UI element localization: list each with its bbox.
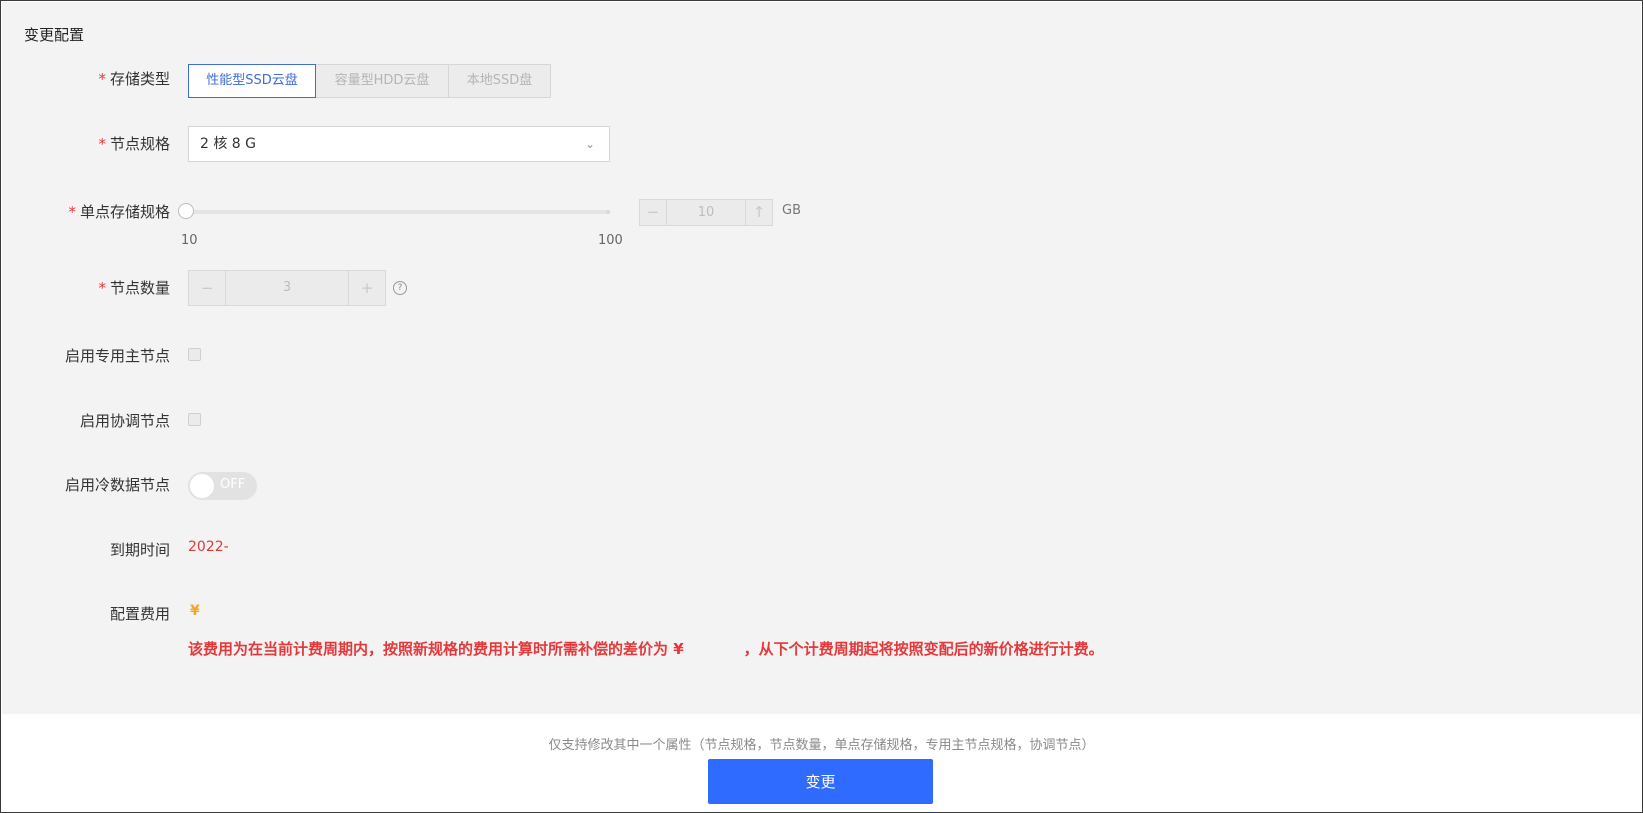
cold-data-label: 启用冷数据节点 (64, 476, 170, 494)
section-title: 变更配置 (24, 26, 85, 44)
storage-option-local-ssd[interactable]: 本地SSD盘 (448, 64, 551, 98)
node-count-value[interactable]: 3 (226, 271, 348, 305)
storage-type-label: * 存储类型 (98, 70, 170, 88)
form-panel: 变更配置 * 存储类型 性能型SSD云盘 容量型HDD云盘 本地SSD盘 * 节点规… (2, 2, 1641, 714)
dedicated-master-label: 启用专用主节点 (64, 347, 170, 365)
fee-notice: 该费用为在当前计费周期内，按照新规格的费用计算时所需补偿的差价为 ¥ ，从下个计费… (188, 640, 1104, 658)
slider-max-label: 100 (598, 233, 623, 248)
storage-value[interactable]: 10 (667, 200, 745, 225)
question-circle-icon[interactable]: ? (393, 281, 407, 295)
chevron-down-icon: ⌄ (584, 137, 595, 151)
storage-type-selector: 性能型SSD云盘 容量型HDD云盘 本地SSD盘 (188, 64, 551, 98)
storage-slider-track[interactable] (188, 210, 608, 214)
single-storage-label: * 单点存储规格 (68, 203, 170, 221)
expiry-label: 到期时间 (109, 541, 170, 559)
fee-value: ¥ (190, 603, 200, 619)
storage-slider-end-dot (606, 210, 610, 214)
toggle-state-text: OFF (220, 477, 246, 492)
slider-min-label: 10 (181, 233, 198, 248)
node-spec-select[interactable]: 2 核 8 G ⌄ (188, 126, 610, 162)
storage-unit: GB (782, 203, 801, 218)
dedicated-master-checkbox[interactable] (188, 348, 201, 361)
node-count-stepper: − 3 + (188, 270, 386, 306)
storage-option-ssd[interactable]: 性能型SSD云盘 (188, 64, 316, 98)
node-spec-value: 2 核 8 G (200, 136, 257, 152)
cold-data-toggle[interactable]: OFF (188, 472, 257, 500)
fee-label: 配置费用 (109, 605, 170, 623)
submit-change-button[interactable]: 变更 (708, 759, 933, 804)
storage-stepper: − 10 ↑ (639, 199, 773, 226)
plus-icon[interactable]: + (348, 271, 385, 305)
coordinator-label: 启用协调节点 (79, 412, 170, 430)
storage-option-hdd[interactable]: 容量型HDD云盘 (315, 64, 449, 98)
plus-icon[interactable]: ↑ (745, 200, 772, 225)
config-change-dialog: 变更配置 * 存储类型 性能型SSD云盘 容量型HDD云盘 本地SSD盘 * 节点规… (0, 0, 1643, 813)
footer-hint: 仅支持修改其中一个属性（节点规格，节点数量，单点存储规格，专用主节点规格，协调节… (548, 738, 1095, 753)
minus-icon[interactable]: − (640, 200, 667, 225)
toggle-knob (190, 474, 214, 498)
coordinator-checkbox[interactable] (188, 413, 201, 426)
node-count-label: * 节点数量 (98, 279, 170, 297)
storage-slider-handle[interactable] (178, 203, 194, 219)
node-spec-label: * 节点规格 (98, 135, 170, 153)
expiry-value: 2022- (188, 539, 229, 555)
minus-icon[interactable]: − (189, 271, 226, 305)
